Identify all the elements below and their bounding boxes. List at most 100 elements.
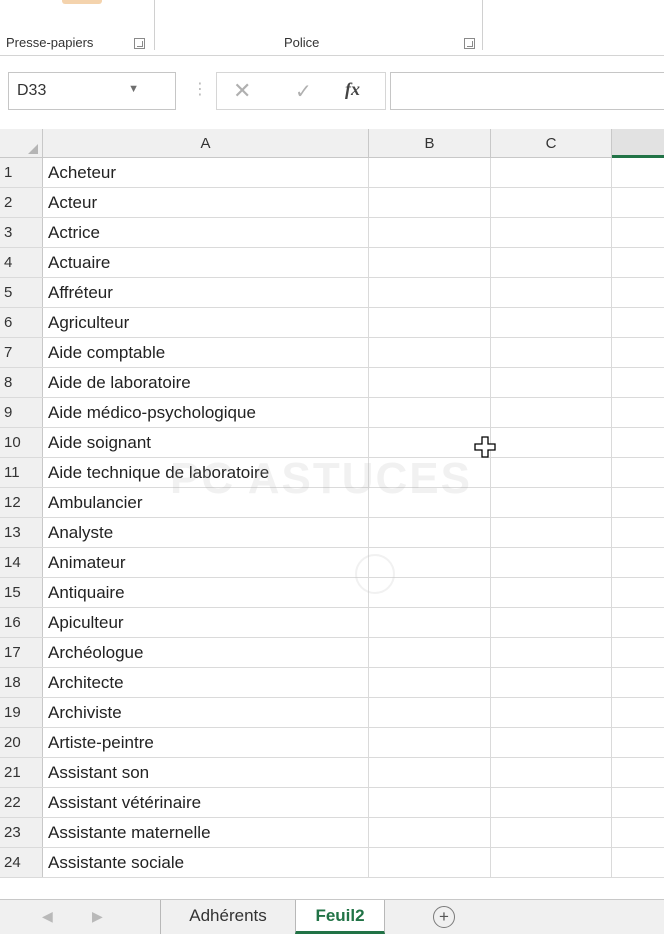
cell-a[interactable]: Aide de laboratoire bbox=[43, 368, 369, 397]
cell-a[interactable]: Animateur bbox=[43, 548, 369, 577]
cell-d[interactable] bbox=[612, 368, 664, 397]
name-box[interactable]: D33 ▼ bbox=[8, 72, 176, 110]
cell-a[interactable]: Aide technique de laboratoire bbox=[43, 458, 369, 487]
cell-b[interactable] bbox=[369, 668, 491, 697]
cell-b[interactable] bbox=[369, 488, 491, 517]
column-header-a[interactable]: A bbox=[43, 129, 369, 158]
cell-a[interactable]: Analyste bbox=[43, 518, 369, 547]
cell-c[interactable] bbox=[491, 458, 612, 487]
cell-c[interactable] bbox=[491, 278, 612, 307]
formula-input[interactable] bbox=[390, 72, 664, 110]
cell-a[interactable]: Agriculteur bbox=[43, 308, 369, 337]
cell-d[interactable] bbox=[612, 548, 664, 577]
row-header[interactable]: 21 bbox=[0, 758, 43, 787]
row-header[interactable]: 3 bbox=[0, 218, 43, 247]
cell-c[interactable] bbox=[491, 398, 612, 427]
row-header[interactable]: 10 bbox=[0, 428, 43, 457]
cell-c[interactable] bbox=[491, 308, 612, 337]
cell-c[interactable] bbox=[491, 698, 612, 727]
cell-a[interactable]: Assistant son bbox=[43, 758, 369, 787]
cell-d[interactable] bbox=[612, 758, 664, 787]
cell-c[interactable] bbox=[491, 788, 612, 817]
tab-feuil2[interactable]: Feuil2 bbox=[295, 900, 385, 934]
cell-a[interactable]: Aide médico-psychologique bbox=[43, 398, 369, 427]
cell-c[interactable] bbox=[491, 488, 612, 517]
row-header[interactable]: 8 bbox=[0, 368, 43, 397]
cell-c[interactable] bbox=[491, 638, 612, 667]
spreadsheet-grid[interactable]: A B C 1 Acheteur 2 Acteur 3 Actrice 4 Actuaire 5… bbox=[0, 129, 664, 899]
cell-c[interactable] bbox=[491, 188, 612, 217]
cell-a[interactable]: Affréteur bbox=[43, 278, 369, 307]
cell-b[interactable] bbox=[369, 338, 491, 367]
clipboard-launcher-icon[interactable] bbox=[134, 38, 145, 49]
row-header[interactable]: 7 bbox=[0, 338, 43, 367]
cell-b[interactable] bbox=[369, 818, 491, 847]
cell-b[interactable] bbox=[369, 848, 491, 877]
cell-b[interactable] bbox=[369, 758, 491, 787]
cell-c[interactable] bbox=[491, 728, 612, 757]
cell-a[interactable]: Apiculteur bbox=[43, 608, 369, 637]
cell-b[interactable] bbox=[369, 218, 491, 247]
add-sheet-button[interactable]: + bbox=[433, 906, 455, 928]
cell-a[interactable]: Archiviste bbox=[43, 698, 369, 727]
cell-a[interactable]: Actrice bbox=[43, 218, 369, 247]
cell-d[interactable] bbox=[612, 338, 664, 367]
row-header[interactable]: 22 bbox=[0, 788, 43, 817]
cell-d[interactable] bbox=[612, 218, 664, 247]
row-header[interactable]: 1 bbox=[0, 158, 43, 187]
cell-c[interactable] bbox=[491, 158, 612, 187]
cell-c[interactable] bbox=[491, 248, 612, 277]
row-header[interactable]: 17 bbox=[0, 638, 43, 667]
column-header-b[interactable]: B bbox=[369, 129, 491, 158]
cell-c[interactable] bbox=[491, 818, 612, 847]
cell-d[interactable] bbox=[612, 428, 664, 457]
row-header[interactable]: 12 bbox=[0, 488, 43, 517]
cell-c[interactable] bbox=[491, 758, 612, 787]
cell-d[interactable] bbox=[612, 248, 664, 277]
cell-b[interactable] bbox=[369, 698, 491, 727]
cell-a[interactable]: Actuaire bbox=[43, 248, 369, 277]
chevron-down-icon[interactable]: ▼ bbox=[128, 83, 139, 95]
row-header[interactable]: 9 bbox=[0, 398, 43, 427]
cell-d[interactable] bbox=[612, 308, 664, 337]
cell-a[interactable]: Antiquaire bbox=[43, 578, 369, 607]
cell-b[interactable] bbox=[369, 788, 491, 817]
row-header[interactable]: 6 bbox=[0, 308, 43, 337]
cell-b[interactable] bbox=[369, 518, 491, 547]
row-header[interactable]: 14 bbox=[0, 548, 43, 577]
cell-a[interactable]: Ambulancier bbox=[43, 488, 369, 517]
row-header[interactable]: 15 bbox=[0, 578, 43, 607]
select-all-button[interactable] bbox=[0, 129, 43, 158]
cell-d[interactable] bbox=[612, 188, 664, 217]
cell-a[interactable]: Assistante sociale bbox=[43, 848, 369, 877]
cell-d[interactable] bbox=[612, 668, 664, 697]
cell-d[interactable] bbox=[612, 698, 664, 727]
cell-d[interactable] bbox=[612, 398, 664, 427]
font-launcher-icon[interactable] bbox=[464, 38, 475, 49]
row-header[interactable]: 18 bbox=[0, 668, 43, 697]
cell-c[interactable] bbox=[491, 608, 612, 637]
cell-a[interactable]: Acteur bbox=[43, 188, 369, 217]
cancel-icon[interactable]: ✕ bbox=[233, 78, 251, 104]
enter-check-icon[interactable]: ✓ bbox=[295, 79, 312, 104]
row-header[interactable]: 2 bbox=[0, 188, 43, 217]
cell-d[interactable] bbox=[612, 458, 664, 487]
row-header[interactable]: 20 bbox=[0, 728, 43, 757]
row-header[interactable]: 16 bbox=[0, 608, 43, 637]
cell-d[interactable] bbox=[612, 728, 664, 757]
cell-d[interactable] bbox=[612, 578, 664, 607]
cell-c[interactable] bbox=[491, 368, 612, 397]
cell-d[interactable] bbox=[612, 518, 664, 547]
cell-a[interactable]: Assistante maternelle bbox=[43, 818, 369, 847]
cell-d[interactable] bbox=[612, 158, 664, 187]
cell-b[interactable] bbox=[369, 188, 491, 217]
cell-c[interactable] bbox=[491, 548, 612, 577]
row-header[interactable]: 19 bbox=[0, 698, 43, 727]
tab-adherents[interactable]: Adhérents bbox=[160, 900, 296, 934]
cell-b[interactable] bbox=[369, 728, 491, 757]
cell-c[interactable] bbox=[491, 428, 612, 457]
cell-c[interactable] bbox=[491, 338, 612, 367]
cell-d[interactable] bbox=[612, 818, 664, 847]
cell-c[interactable] bbox=[491, 518, 612, 547]
row-header[interactable]: 24 bbox=[0, 848, 43, 877]
